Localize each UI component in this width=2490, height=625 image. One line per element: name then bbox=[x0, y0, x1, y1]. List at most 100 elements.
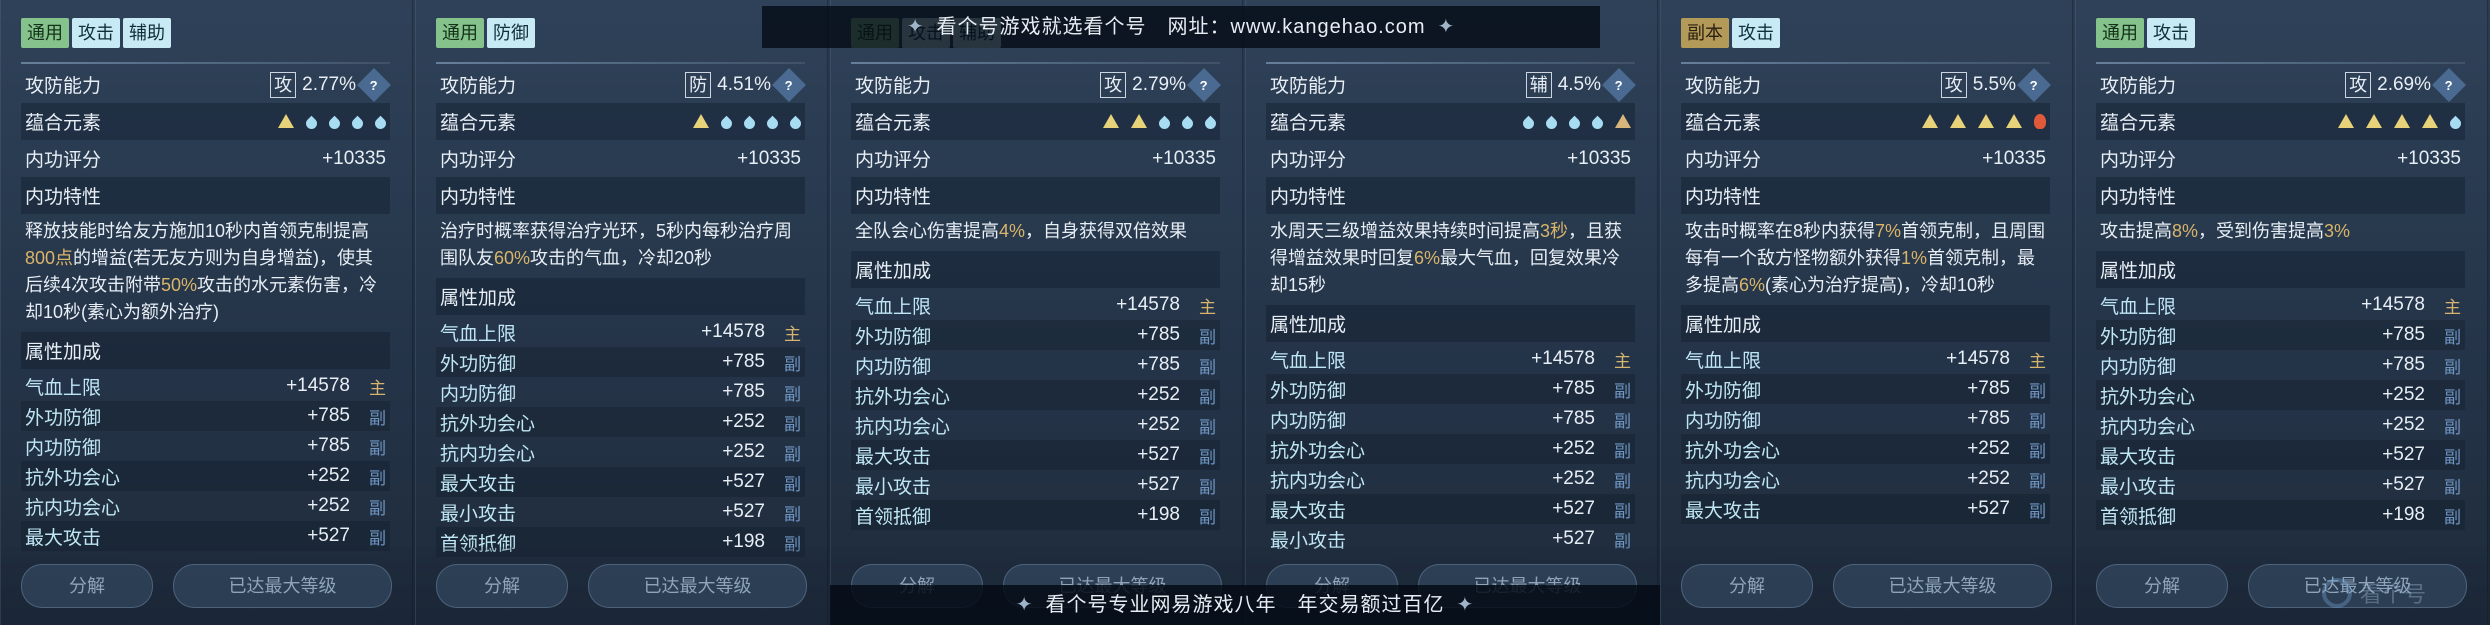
attribute-value: +527 bbox=[1137, 444, 1180, 465]
attribute-list: 气血上限 +14578 主外功防御 +785 副内功防御 +785 副抗外功会心 +252 副抗… bbox=[851, 290, 1220, 530]
kind-badge: 攻 bbox=[1940, 71, 1967, 98]
attribute-value: +252 bbox=[1552, 438, 1595, 459]
tag-0[interactable]: 副本 bbox=[1681, 18, 1729, 48]
attribute-row: 最小攻击 +527 副 bbox=[2096, 470, 2465, 500]
trait-row: 内功特性 bbox=[21, 177, 390, 214]
highlight-value: 60% bbox=[494, 248, 531, 268]
trait-label: 内功特性 bbox=[1270, 187, 1347, 208]
elements-label: 蕴合元素 bbox=[25, 113, 102, 134]
help-icon[interactable]: ? bbox=[772, 67, 806, 102]
main-attr-icon: 主 bbox=[1614, 351, 1631, 371]
attribute-value: +252 bbox=[2382, 384, 2425, 405]
tag-1[interactable]: 防御 bbox=[487, 18, 535, 48]
tag-1[interactable]: 攻击 bbox=[72, 18, 120, 48]
trait-description: 水周天三级增益效果持续时间提高3秒，且获得增益效果时回复6%最大气血，回复效果冷… bbox=[1266, 214, 1635, 305]
tag-0[interactable]: 通用 bbox=[2096, 18, 2144, 48]
help-icon[interactable]: ? bbox=[2017, 67, 2051, 102]
tag-1[interactable]: 攻击 bbox=[1732, 18, 1780, 48]
tag-row: 副本 攻击 bbox=[1681, 14, 2050, 52]
help-icon-glyph: ? bbox=[785, 76, 793, 92]
elements-label: 蕴合元素 bbox=[855, 113, 932, 134]
description-text: 攻击时概率在8秒内获得 bbox=[1685, 221, 1876, 241]
max-level-button[interactable]: 已达最大等级 bbox=[1833, 564, 2052, 608]
attribute-value: +198 bbox=[1137, 504, 1180, 525]
earth-element-icon bbox=[2006, 114, 2022, 128]
attribute-row: 内功防御 +785 副 bbox=[851, 350, 1220, 380]
attribute-value: +252 bbox=[1967, 438, 2010, 459]
tag-2[interactable]: 辅助 bbox=[123, 18, 171, 48]
score-row: 内功评分 +10335 bbox=[1266, 140, 1635, 177]
divider bbox=[851, 62, 1220, 64]
earth-element-icon bbox=[2422, 114, 2438, 128]
help-icon-glyph: ? bbox=[1200, 76, 1208, 92]
score-label: 内功评分 bbox=[25, 150, 102, 171]
sub-attr-icon: 副 bbox=[1199, 477, 1216, 497]
score-row: 内功评分 +10335 bbox=[21, 140, 390, 177]
main-attr-icon: 主 bbox=[2029, 351, 2046, 371]
max-level-button[interactable]: 已达最大等级 bbox=[588, 564, 807, 608]
water-element-icon bbox=[1156, 115, 1173, 132]
attribute-name: 最大攻击 bbox=[440, 473, 517, 495]
attribute-value: +252 bbox=[722, 411, 765, 432]
decompose-button[interactable]: 分解 bbox=[436, 564, 568, 608]
attribute-value: +252 bbox=[1552, 468, 1595, 489]
attribute-row: 气血上限 +14578 主 bbox=[436, 317, 805, 347]
tag-0[interactable]: 通用 bbox=[21, 18, 69, 48]
water-element-icon bbox=[303, 115, 320, 132]
sub-attr-icon: 副 bbox=[1199, 447, 1216, 467]
sub-attr-icon: 副 bbox=[1614, 441, 1631, 461]
earth-element-icon bbox=[2366, 114, 2382, 128]
score-label: 内功评分 bbox=[2100, 150, 2177, 171]
attribute-row: 气血上限 +14578 主 bbox=[2096, 290, 2465, 320]
help-icon-glyph: ? bbox=[2445, 76, 2453, 92]
score-value: +10335 bbox=[1982, 147, 2046, 169]
attribute-value: +14578 bbox=[2361, 294, 2425, 315]
decompose-button[interactable]: 分解 bbox=[21, 564, 153, 608]
tag-1[interactable]: 攻击 bbox=[2147, 18, 2195, 48]
trait-label: 内功特性 bbox=[2100, 187, 2177, 208]
attribute-name: 外功防御 bbox=[440, 353, 517, 375]
decompose-button[interactable]: 分解 bbox=[2096, 564, 2228, 608]
ornament-icon: ✦ bbox=[1456, 594, 1475, 616]
max-level-button[interactable]: 已达最大等级 bbox=[173, 564, 392, 608]
inner-skill-card: 通用 攻击 攻防能力 攻 2.69%? 蕴合元素 内功评分 +10335 内功特性 攻击提高8%，… bbox=[2075, 0, 2488, 625]
sub-attr-icon: 副 bbox=[369, 498, 386, 518]
decompose-button[interactable]: 分解 bbox=[1681, 564, 1813, 608]
attribute-row: 抗外功会心 +252 副 bbox=[1266, 434, 1635, 464]
sub-attr-icon: 副 bbox=[2444, 417, 2461, 437]
attribute-name: 内功防御 bbox=[25, 437, 102, 459]
water-element-icon bbox=[326, 115, 343, 132]
earth-element-icon bbox=[1103, 114, 1119, 128]
percent-value: 4.5% bbox=[1557, 73, 1601, 95]
attribute-row: 最小攻击 +527 副 bbox=[436, 497, 805, 527]
attribute-row: 最大攻击 +527 副 bbox=[436, 467, 805, 497]
score-label: 内功评分 bbox=[1685, 150, 1762, 171]
help-icon[interactable]: ? bbox=[357, 67, 391, 102]
score-row: 内功评分 +10335 bbox=[851, 140, 1220, 177]
help-icon[interactable]: ? bbox=[1602, 67, 1636, 102]
attribute-row: 内功防御 +785 副 bbox=[1681, 404, 2050, 434]
score-label: 内功评分 bbox=[1270, 150, 1347, 171]
corner-logo-text: 看个号 bbox=[2360, 582, 2427, 607]
help-icon[interactable]: ? bbox=[1187, 67, 1221, 102]
tag-0[interactable]: 通用 bbox=[436, 18, 484, 48]
earth-element-icon bbox=[1131, 114, 1147, 128]
help-icon[interactable]: ? bbox=[2432, 67, 2466, 102]
elements-row: 蕴合元素 bbox=[851, 103, 1220, 140]
sub-attr-icon: 副 bbox=[784, 444, 801, 464]
attr-bonus-row: 属性加成 bbox=[436, 278, 805, 315]
attack-defense-value: 防 4.51%? bbox=[685, 67, 806, 102]
attribute-name: 最大攻击 bbox=[855, 446, 932, 468]
attribute-row: 气血上限 +14578 主 bbox=[21, 371, 390, 401]
attribute-value: +527 bbox=[2382, 444, 2425, 465]
attribute-row: 内功防御 +785 副 bbox=[436, 377, 805, 407]
kind-badge: 防 bbox=[685, 71, 712, 98]
sub-attr-icon: 副 bbox=[784, 504, 801, 524]
sub-attr-icon: 副 bbox=[1614, 471, 1631, 491]
attribute-name: 内功防御 bbox=[855, 356, 932, 378]
attribute-name: 外功防御 bbox=[1685, 380, 1762, 402]
highlight-value: 4% bbox=[999, 221, 1026, 241]
divider bbox=[21, 62, 390, 64]
attribute-name: 抗外功会心 bbox=[440, 413, 536, 435]
attribute-name: 抗内功会心 bbox=[1270, 470, 1366, 492]
